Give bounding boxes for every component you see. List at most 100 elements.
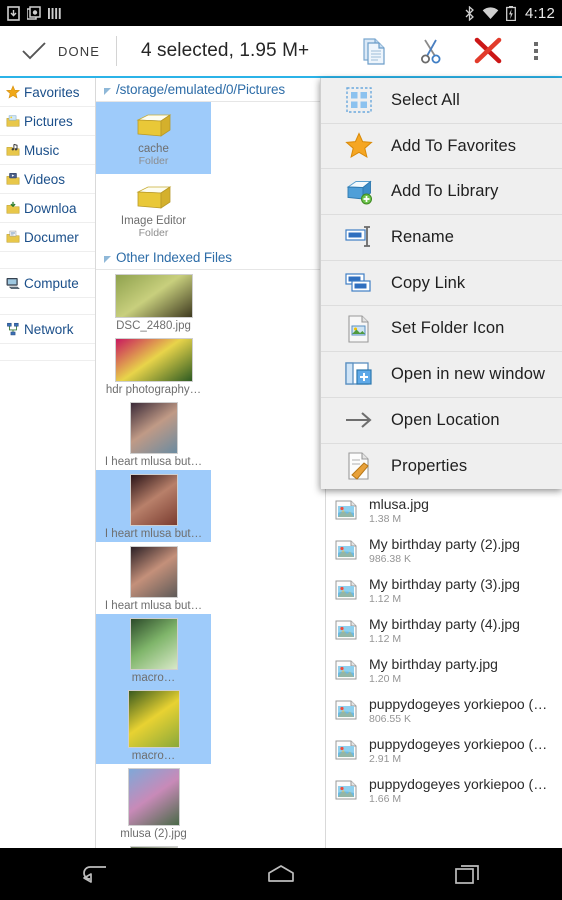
folder-grid: cache Folder Image Editor Folder xyxy=(96,102,325,246)
grid-item-subtitle: Folder xyxy=(138,155,169,167)
grid-item-name: hdr photography… xyxy=(105,384,202,396)
image-file-icon xyxy=(335,740,357,760)
file-name: puppydogeyes yorkiepoo (… xyxy=(369,735,548,752)
grid-item-cache[interactable]: cache Folder xyxy=(96,102,211,174)
file-name: My birthday party (2).jpg xyxy=(369,535,520,552)
copy-icon xyxy=(362,38,385,65)
sidebar-item-videos[interactable]: Videos xyxy=(0,165,95,194)
menu-item-select-all[interactable]: Select All xyxy=(321,78,562,124)
menu-item-add-to-favorites[interactable]: Add To Favorites xyxy=(321,124,562,170)
status-bar-right-icons: 4:12 xyxy=(464,5,555,22)
sidebar-item-label: Compute xyxy=(24,275,79,291)
grid-item-image-editor[interactable]: Image Editor Folder xyxy=(96,174,211,246)
file-list-text: puppydogeyes yorkiepoo (… 2.91 M xyxy=(369,736,547,765)
menu-item-label: Add To Favorites xyxy=(391,136,517,155)
file-size: 1.12 M xyxy=(369,632,402,645)
file-size: 806.55 K xyxy=(369,712,412,725)
sidebar-item-favorites[interactable]: Favorites xyxy=(0,78,95,107)
grid-item-photo[interactable]: I heart mlusa but… xyxy=(96,470,211,542)
file-list-row[interactable]: puppydogeyes yorkiepoo (… 2.91 M xyxy=(326,730,562,770)
group-header-other-indexed[interactable]: Other Indexed Files xyxy=(96,246,325,270)
more-vertical-icon xyxy=(534,56,538,60)
red-x-icon xyxy=(474,37,501,64)
file-list-row[interactable]: puppydogeyes yorkiepoo (… 806.55 K xyxy=(326,690,562,730)
file-list-text: My birthday party (4).jpg 1.12 M xyxy=(369,616,520,645)
menu-item-set-folder-icon[interactable]: Set Folder Icon xyxy=(321,306,562,353)
file-list-row[interactable]: puppydogeyes yorkiepoo (… 1.66 M xyxy=(326,770,562,810)
back-button[interactable] xyxy=(49,863,139,885)
menu-item-label: Add To Library xyxy=(391,182,499,201)
grid-item-name: Image Editor xyxy=(120,215,187,227)
menu-item-label: Open Location xyxy=(391,410,500,429)
grid-item-photo[interactable]: I heart mlusa but… xyxy=(96,542,211,614)
android-nav-bar xyxy=(0,848,562,900)
sidebar-item-pictures[interactable]: Pictures xyxy=(0,107,95,136)
cut-button[interactable] xyxy=(402,25,459,77)
grid-item-photo[interactable]: macro… xyxy=(96,614,211,686)
sidebar-divider-3 xyxy=(0,344,95,361)
menu-item-label: Rename xyxy=(391,227,454,246)
image-file-icon xyxy=(335,660,357,680)
sidebar-item-label: Network xyxy=(24,321,74,337)
sidebar-item-label: Music xyxy=(24,142,60,158)
file-name: My birthday party.jpg xyxy=(369,655,498,672)
sidebar-item-downloads[interactable]: Downloa xyxy=(0,194,95,223)
home-button[interactable] xyxy=(236,863,326,885)
sidebar-item-documents[interactable]: Documer xyxy=(0,223,95,252)
add-library-icon xyxy=(345,178,373,206)
photo-thumbnail xyxy=(129,546,178,598)
image-file-icon xyxy=(335,620,357,640)
download-icon xyxy=(7,5,20,21)
properties-icon xyxy=(345,452,373,481)
sidebar: Favorites Pictures Music Videos Downloa … xyxy=(0,78,96,848)
file-list-row[interactable]: My birthday party (4).jpg 1.12 M xyxy=(326,610,562,650)
screenshot-icon xyxy=(27,6,41,20)
file-grid-column[interactable]: /storage/emulated/0/Pictures cache Folde… xyxy=(96,78,326,848)
back-arrow-icon xyxy=(82,866,106,883)
file-list-text: My birthday party (2).jpg 986.38 K xyxy=(369,536,520,565)
menu-item-rename[interactable]: Rename xyxy=(321,215,562,261)
grid-item-name: I heart mlusa but… xyxy=(104,528,203,540)
grid-item-photo[interactable]: macro… xyxy=(96,686,211,764)
menu-item-properties[interactable]: Properties xyxy=(321,444,562,490)
group-header-label: Other Indexed Files xyxy=(116,250,232,265)
photo-thumbnail xyxy=(127,768,180,826)
copy-button[interactable] xyxy=(345,25,402,77)
sidebar-item-computer[interactable]: Compute xyxy=(0,269,95,298)
status-bar: 4:12 xyxy=(0,0,562,26)
grid-item-photo[interactable]: DSC_2480.jpg xyxy=(96,270,211,334)
menu-item-label: Select All xyxy=(391,90,460,109)
sidebar-item-network[interactable]: Network xyxy=(0,315,95,344)
file-manager-app: 4:12 DONE 4 selected, 1.95 M+ Favorites … xyxy=(0,0,562,900)
file-list-row[interactable]: My birthday party (2).jpg 986.38 K xyxy=(326,530,562,570)
overflow-button[interactable] xyxy=(516,25,556,77)
grid-item-photo[interactable]: mlusa (2).jpg xyxy=(96,764,211,842)
image-file-icon xyxy=(335,500,357,520)
file-list-row[interactable]: My birthday party.jpg 1.20 M xyxy=(326,650,562,690)
delete-button[interactable] xyxy=(459,25,516,77)
new-window-icon xyxy=(345,360,373,388)
done-button[interactable]: DONE xyxy=(0,26,116,76)
file-list-text: My birthday party.jpg 1.20 M xyxy=(369,656,498,685)
file-name: puppydogeyes yorkiepoo (… xyxy=(369,775,548,792)
file-list-row[interactable]: mlusa.jpg 1.38 M xyxy=(326,490,562,530)
menu-item-label: Open in new window xyxy=(391,364,546,383)
file-size: 2.91 M xyxy=(369,752,402,765)
grid-item-photo[interactable]: hdr photography… xyxy=(96,334,211,398)
sidebar-item-music[interactable]: Music xyxy=(0,136,95,165)
grid-item-name: macro… xyxy=(131,750,176,762)
photo-thumbnail xyxy=(129,474,178,526)
grid-item-name: mlusa (2).jpg xyxy=(120,828,187,840)
file-name: My birthday party (3).jpg xyxy=(369,575,520,592)
file-list-row[interactable]: My birthday party (3).jpg 1.12 M xyxy=(326,570,562,610)
done-button-label: DONE xyxy=(58,43,100,59)
menu-item-open-location[interactable]: Open Location xyxy=(321,398,562,444)
grid-item-subtitle: Folder xyxy=(138,227,169,239)
menu-item-copy-link[interactable]: Copy Link xyxy=(321,261,562,307)
file-size: 1.20 M xyxy=(369,672,402,685)
group-header-pictures-path[interactable]: /storage/emulated/0/Pictures xyxy=(96,78,325,102)
menu-item-add-to-library[interactable]: Add To Library xyxy=(321,169,562,216)
recents-button[interactable] xyxy=(423,863,513,885)
menu-item-open-in-new-window[interactable]: Open in new window xyxy=(321,352,562,398)
grid-item-photo[interactable]: I heart mlusa but… xyxy=(96,398,211,470)
